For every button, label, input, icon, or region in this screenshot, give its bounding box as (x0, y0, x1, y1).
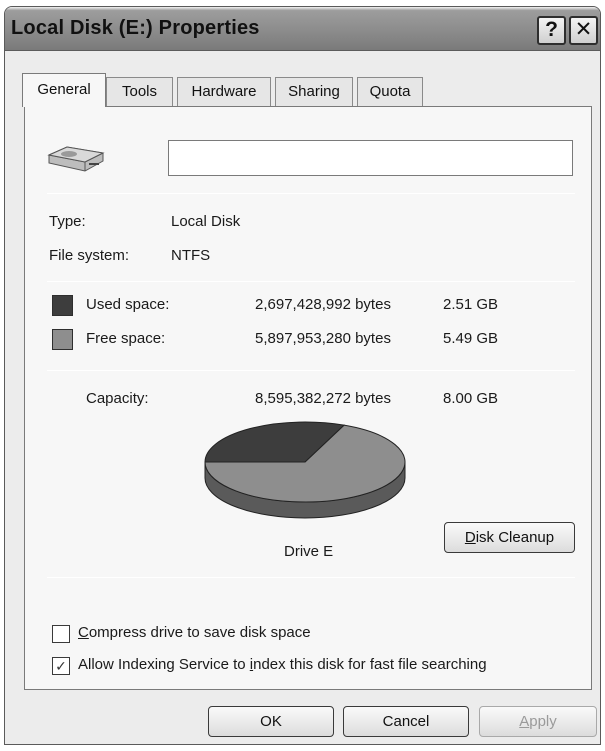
compress-accel: C (78, 624, 89, 641)
index-checkbox[interactable]: ✓ (52, 657, 70, 675)
tab-quota[interactable]: Quota (357, 77, 423, 106)
separator (47, 370, 575, 371)
free-space-bytes: 5,897,953,280 bytes (255, 330, 391, 347)
hard-drive-icon (47, 146, 105, 172)
free-space-size: 5.49 GB (443, 330, 499, 347)
free-space-swatch (52, 329, 73, 350)
compress-text: ompress drive to save disk space (88, 624, 311, 641)
tab-hardware[interactable]: Hardware (177, 77, 271, 106)
index-text-pre: Allow Indexing Service to (78, 656, 250, 673)
file-system-value: NTFS (171, 247, 211, 264)
disk-usage-pie-chart (204, 421, 406, 519)
window-title: Local Disk (E:) Properties (11, 17, 260, 39)
index-label[interactable]: Allow Indexing Service to index this dis… (78, 656, 487, 673)
separator (47, 577, 575, 578)
type-label: Type: (49, 213, 86, 230)
tab-sharing[interactable]: Sharing (275, 77, 353, 106)
type-value: Local Disk (171, 213, 241, 230)
capacity-label: Capacity: (86, 390, 149, 407)
tab-general[interactable]: General (22, 73, 106, 107)
disk-cleanup-accel: D (464, 529, 476, 546)
title-bar[interactable]: Local Disk (E:) Properties ? ✕ (5, 7, 600, 51)
file-system-label: File system: (49, 247, 130, 264)
general-tab-panel: Type: Local Disk File system: NTFS Used … (24, 106, 592, 690)
disk-cleanup-button[interactable]: Disk Cleanup (444, 522, 575, 553)
drive-label: Drive E (284, 543, 334, 560)
compress-checkbox[interactable] (52, 625, 70, 643)
separator (47, 281, 575, 282)
index-text-post: ndex this disk for fast file searching (253, 656, 487, 673)
cancel-button[interactable]: Cancel (343, 706, 469, 737)
checkmark-icon: ✓ (55, 658, 67, 674)
used-space-bytes: 2,697,428,992 bytes (255, 296, 391, 313)
apply-label: pply (529, 713, 557, 730)
used-space-size: 2.51 GB (443, 296, 499, 313)
properties-window: Local Disk (E:) Properties ? ✕ General T… (4, 6, 601, 745)
help-button[interactable]: ? (537, 16, 566, 45)
apply-accel: A (519, 713, 530, 730)
volume-label-input[interactable] (168, 140, 573, 176)
compress-label[interactable]: Compress drive to save disk space (78, 624, 311, 641)
tab-tools[interactable]: Tools (106, 77, 173, 106)
ok-button[interactable]: OK (208, 706, 334, 737)
used-space-label: Used space: (86, 296, 170, 313)
close-button[interactable]: ✕ (569, 16, 598, 45)
capacity-bytes: 8,595,382,272 bytes (255, 390, 391, 407)
separator (47, 193, 575, 194)
apply-button[interactable]: Apply (479, 706, 597, 737)
disk-cleanup-label: isk Cleanup (475, 529, 555, 546)
free-space-label: Free space: (86, 330, 166, 347)
used-space-swatch (52, 295, 73, 316)
capacity-size: 8.00 GB (443, 390, 499, 407)
